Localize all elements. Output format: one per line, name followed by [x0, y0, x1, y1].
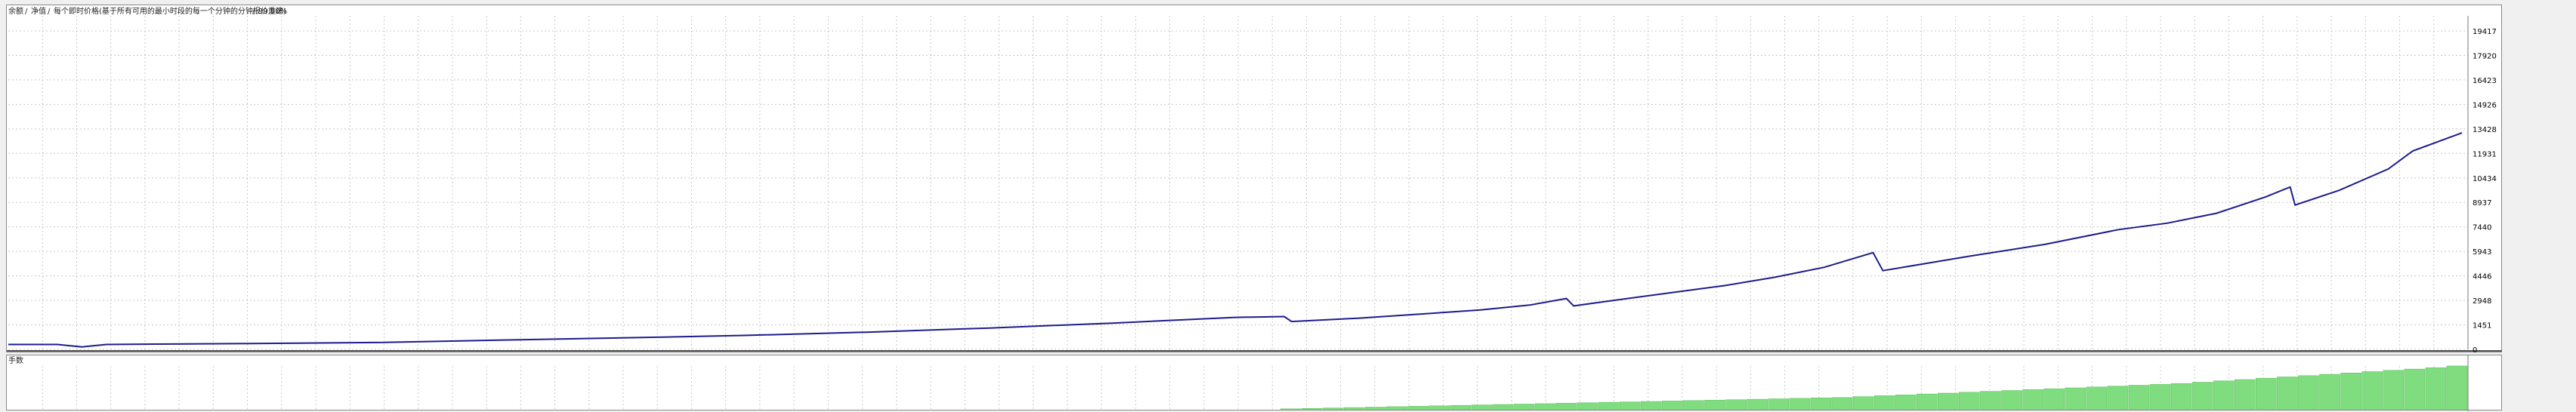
volume-bar [2128, 385, 2150, 410]
volume-bar [1386, 406, 1407, 410]
volume-bar [1323, 407, 1344, 410]
legend-separator: / [25, 8, 28, 16]
volume-bar [1429, 405, 1450, 410]
balance-series-line [8, 132, 2463, 348]
modeling-quality: 99.90% [258, 8, 287, 16]
volume-bar [2425, 367, 2447, 410]
volume-bar [2065, 387, 2086, 410]
y-tick-label: 11931 [2473, 150, 2497, 158]
volume-bar [1365, 407, 1386, 410]
volume-bar [2022, 389, 2043, 410]
volume-chart: 手数 [8, 355, 2469, 411]
strategy-tester-graph: 余额 / 净值 / 每个即时价格(基于所有可用的最小时段的每一个分钟的分钟报价重… [0, 0, 2576, 412]
y-tick-label: 17920 [2473, 52, 2497, 60]
y-tick-label: 4446 [2473, 273, 2491, 281]
volume-bar [2213, 380, 2235, 410]
volume-bar [1344, 407, 1365, 410]
volume-bar [2170, 383, 2192, 410]
volume-bar [1641, 401, 1662, 410]
volume-bar [1725, 399, 1747, 410]
volume-bar [2256, 377, 2277, 410]
balance-chart-panel: 余额 / 净值 / 每个即时价格(基于所有可用的最小时段的每一个分钟的分钟报价重… [6, 5, 2503, 353]
y-tick-label: 13428 [2473, 126, 2497, 134]
volume-bar [1577, 402, 1598, 410]
volume-bar [1280, 408, 1302, 410]
volume-bar [2446, 365, 2468, 410]
y-tick-label: 7440 [2473, 224, 2491, 232]
legend-separator: / [48, 8, 51, 16]
volume-bar [1704, 399, 1725, 410]
volume-bar [1492, 404, 1514, 410]
volume-bar [2191, 382, 2213, 410]
volume-label: 手数 [8, 355, 23, 365]
volume-bar [2234, 379, 2256, 410]
volume-bar [2340, 373, 2361, 410]
volume-bar [1619, 401, 1641, 410]
volume-bar [1938, 392, 1959, 410]
y-tick-label: 1451 [2473, 322, 2491, 331]
volume-bar [2298, 375, 2319, 410]
volume-bar [2086, 386, 2108, 410]
volume-bar [1959, 392, 1980, 410]
balance-legend-label: 余额 [8, 6, 23, 16]
volume-bar [1471, 404, 1493, 410]
equity-legend-label: 净值 [31, 6, 46, 16]
chart-header: 余额 / 净值 / 每个即时价格(基于所有可用的最小时段的每一个分钟的分钟报价重… [8, 6, 287, 16]
volume-bar [1747, 398, 1768, 410]
balance-line-layer [8, 132, 2463, 348]
y-tick-label: 5943 [2473, 248, 2491, 257]
y-tick-label: 8937 [2473, 199, 2491, 208]
volume-bar [1683, 400, 1704, 410]
volume-bar [2383, 370, 2405, 410]
y-tick-label: 19417 [2473, 28, 2497, 36]
volume-bar [1598, 401, 1620, 410]
volume-bar [1407, 406, 1429, 410]
volume-bar [1810, 398, 1832, 410]
volume-bar [1513, 404, 1535, 410]
y-tick-label: 14926 [2473, 101, 2497, 109]
volume-bar [1916, 393, 1938, 410]
y-tick-label: 0 [2473, 346, 2477, 353]
volume-bar [2001, 390, 2022, 410]
volume-bar [2107, 386, 2129, 410]
volume-bar [2043, 388, 2065, 410]
y-axis-ticks: 19417 17920 16423 14926 13428 11931 10434 8937 7… [2473, 28, 2497, 353]
volume-bar [1852, 396, 1874, 410]
volume-bar [2361, 371, 2383, 410]
y-tick-label: 10434 [2473, 175, 2497, 183]
modeling-description: 每个即时价格(基于所有可用的最小时段的每一个分钟的分钟报价重建) [54, 6, 286, 16]
volume-bar [1980, 391, 2001, 410]
volume-bar [1534, 403, 1556, 410]
volume-bar [1301, 408, 1323, 410]
volume-chart-panel: 手数 [6, 355, 2502, 411]
volume-bar [1873, 395, 1895, 410]
volume-bar [2319, 374, 2340, 410]
volume-bar [1555, 403, 1577, 410]
volume-bar [1895, 395, 1917, 410]
chart-grid [7, 16, 2503, 352]
y-tick-label: 16423 [2473, 77, 2497, 85]
volume-bar [1662, 401, 1683, 410]
volume-bar [1768, 398, 1790, 410]
volume-bar [2277, 377, 2298, 410]
y-tick-label: 2948 [2473, 297, 2491, 306]
volume-bars [1280, 365, 2468, 410]
volume-bar [2149, 384, 2171, 410]
balance-chart: 余额 / 净值 / 每个即时价格(基于所有可用的最小时段的每一个分钟的分钟报价重… [7, 6, 2503, 353]
volume-bar [1831, 397, 1853, 410]
volume-bar [2404, 368, 2426, 410]
volume-bar [1789, 398, 1811, 410]
volume-bar [1450, 404, 1472, 410]
side-area [2502, 5, 2576, 410]
